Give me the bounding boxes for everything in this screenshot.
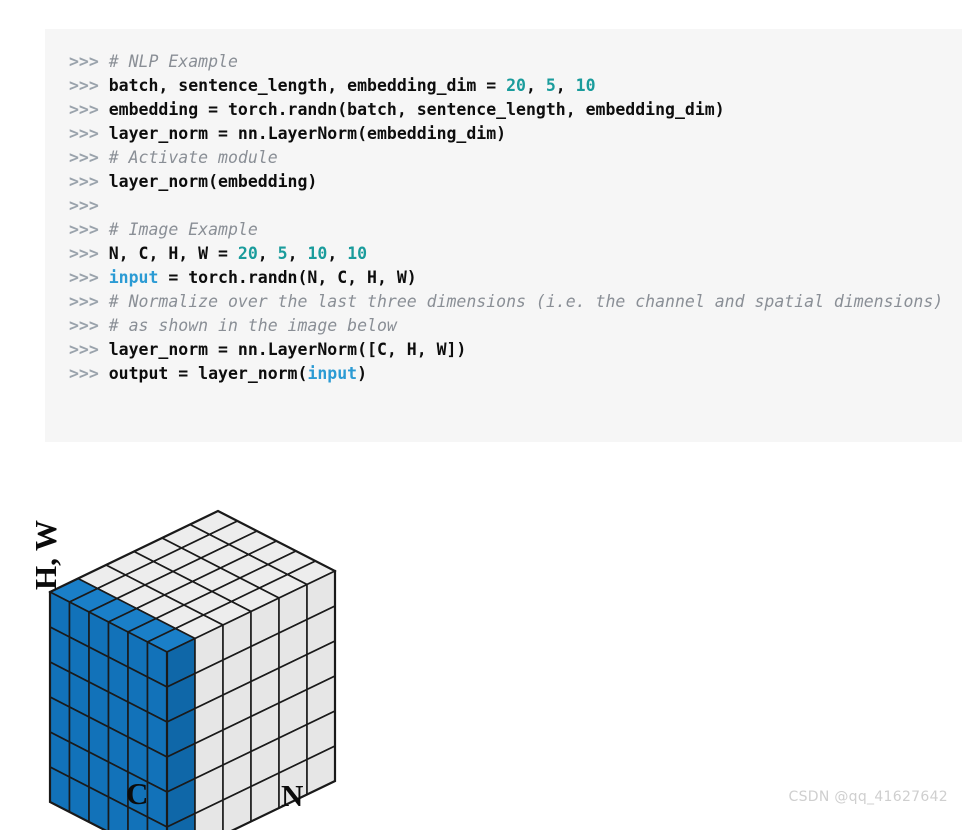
code-token-num: 20 xyxy=(506,76,526,95)
code-line: >>> input = torch.randn(N, C, H, W) xyxy=(45,266,962,290)
code-line: >>> xyxy=(45,194,962,218)
code-line: >>> embedding = torch.randn(batch, sente… xyxy=(45,98,962,122)
code-token-builtin: input xyxy=(307,364,358,383)
code-token-num: 10 xyxy=(575,76,596,95)
code-line: >>> layer_norm = nn.LayerNorm(embedding_… xyxy=(45,122,962,146)
code-line: >>> # Activate module xyxy=(45,146,962,170)
code-token-num: 5 xyxy=(545,76,556,95)
layernorm-diagram xyxy=(0,460,962,835)
prompt-marker: >>> xyxy=(69,292,99,311)
code-line: >>> # Image Example xyxy=(45,218,962,242)
prompt-marker: >>> xyxy=(69,52,99,71)
code-line: >>> layer_norm = nn.LayerNorm([C, H, W]) xyxy=(45,338,962,362)
axis-label-hw: H, W xyxy=(28,519,63,590)
code-token-comment: # Image Example xyxy=(108,220,258,239)
code-token-src: layer_norm(embedding) xyxy=(108,172,318,191)
code-token-src: , xyxy=(525,76,546,95)
code-token-num: 5 xyxy=(277,244,288,263)
code-token-src: ) xyxy=(357,364,368,383)
axis-label-n: N xyxy=(281,778,304,813)
prompt-marker: >>> xyxy=(69,196,99,215)
code-line: >>> # NLP Example xyxy=(45,50,962,74)
code-line: >>> output = layer_norm(input) xyxy=(45,362,962,386)
prompt-marker: >>> xyxy=(69,172,99,191)
code-token-src: layer_norm = nn.LayerNorm([C, H, W]) xyxy=(108,340,467,359)
code-token-src: output = layer_norm( xyxy=(108,364,308,383)
code-line: >>> batch, sentence_length, embedding_di… xyxy=(45,74,962,98)
code-line: >>> layer_norm(embedding) xyxy=(45,170,962,194)
code-token-src: , xyxy=(555,76,576,95)
code-token-builtin: input xyxy=(108,268,159,287)
code-token-comment: # Normalize over the last three dimensio… xyxy=(108,292,944,311)
prompt-marker: >>> xyxy=(69,148,99,167)
axis-label-c: C xyxy=(126,776,149,811)
prompt-marker: >>> xyxy=(69,364,99,383)
cube-svg xyxy=(48,509,337,835)
prompt-marker: >>> xyxy=(69,100,99,119)
code-token-src: = torch.randn(N, C, H, W) xyxy=(158,268,417,287)
code-token-src: layer_norm = nn.LayerNorm(embedding_dim) xyxy=(108,124,507,143)
code-token-num: 20 xyxy=(237,244,258,263)
code-line: >>> # Normalize over the last three dime… xyxy=(45,290,962,314)
code-token-comment: # Activate module xyxy=(108,148,278,167)
code-token-src: , xyxy=(287,244,308,263)
code-token-src: , xyxy=(327,244,348,263)
cube-graphic xyxy=(30,470,450,835)
code-token-comment: # NLP Example xyxy=(108,52,238,71)
prompt-marker: >>> xyxy=(69,124,99,143)
prompt-marker: >>> xyxy=(69,316,99,335)
prompt-marker: >>> xyxy=(69,268,99,287)
code-token-src: batch, sentence_length, embedding_dim = xyxy=(108,76,507,95)
prompt-marker: >>> xyxy=(69,220,99,239)
code-token-num: 10 xyxy=(307,244,328,263)
watermark: CSDN @qq_41627642 xyxy=(788,789,948,805)
code-token-comment: # as shown in the image below xyxy=(108,316,397,335)
code-token-src: N, C, H, W = xyxy=(108,244,238,263)
prompt-marker: >>> xyxy=(69,340,99,359)
code-token-src: embedding = torch.randn(batch, sentence_… xyxy=(108,100,725,119)
code-block: >>> # NLP Example >>> batch, sentence_len… xyxy=(45,29,962,442)
code-token-src: , xyxy=(257,244,278,263)
code-line: >>> # as shown in the image below xyxy=(45,314,962,338)
prompt-marker: >>> xyxy=(69,76,99,95)
prompt-marker: >>> xyxy=(69,244,99,263)
code-line: >>> N, C, H, W = 20, 5, 10, 10 xyxy=(45,242,962,266)
code-token-num: 10 xyxy=(347,244,368,263)
